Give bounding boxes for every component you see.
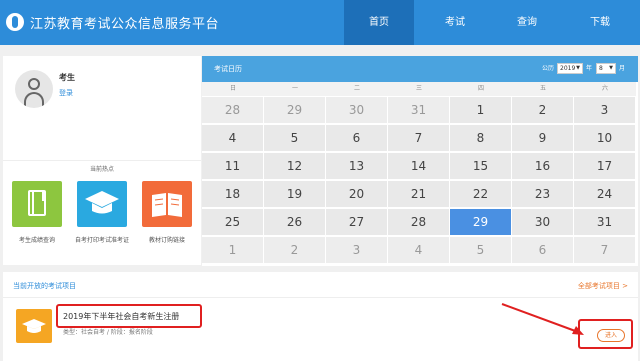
calendar-day[interactable]: 21 — [388, 181, 449, 207]
chevron-down-icon: ▼ — [609, 65, 613, 71]
calendar-day[interactable]: 28 — [388, 209, 449, 235]
calendar-day[interactable]: 15 — [450, 153, 511, 179]
calendar-day[interactable]: 31 — [574, 209, 635, 235]
project-meta: 类型：社会自考 / 阶段：报名阶段 — [63, 329, 153, 336]
month-suffix: 月 — [619, 65, 626, 72]
login-link[interactable]: 登录 — [59, 88, 73, 98]
all-projects-link[interactable]: 全部考试项目 > — [578, 281, 628, 291]
calendar-day[interactable]: 13 — [326, 153, 387, 179]
calendar-day[interactable]: 8 — [450, 125, 511, 151]
calendar-day[interactable]: 5 — [264, 125, 325, 151]
calendar-day[interactable]: 24 — [574, 181, 635, 207]
calendar-day[interactable]: 11 — [202, 153, 263, 179]
calendar-day[interactable]: 28 — [202, 97, 263, 123]
calendar-day[interactable]: 23 — [512, 181, 573, 207]
calendar-day[interactable]: 27 — [326, 209, 387, 235]
textbook-order-label[interactable]: 教材订购链接 — [136, 237, 198, 245]
weekday-label: 四 — [450, 82, 512, 96]
calendar-day[interactable]: 20 — [326, 181, 387, 207]
calendar-day[interactable]: 17 — [574, 153, 635, 179]
calendar-day[interactable]: 2 — [512, 97, 573, 123]
notebook-icon — [28, 190, 46, 216]
weekday-label: 五 — [512, 82, 574, 96]
calendar-day[interactable]: 6 — [512, 237, 573, 263]
open-book-icon — [152, 193, 182, 217]
enter-button[interactable]: 进入 — [597, 329, 625, 342]
graduation-cap-icon — [85, 191, 119, 214]
calendar-day[interactable]: 5 — [450, 237, 511, 263]
month-select[interactable]: 8 ▼ — [596, 63, 616, 74]
top-header: 江苏教育考试公众信息服务平台 首页 考试 查询 下载 — [0, 0, 640, 45]
calendar-day[interactable]: 7 — [574, 237, 635, 263]
graduation-cap-icon — [16, 309, 52, 343]
weekday-label: 二 — [326, 82, 388, 96]
nav-download[interactable]: 下载 — [565, 0, 635, 45]
calendar-day[interactable]: 29 — [450, 209, 511, 235]
score-query-label[interactable]: 考生成绩查询 — [6, 237, 68, 245]
site-logo-icon — [6, 13, 24, 31]
calendar-day[interactable]: 12 — [264, 153, 325, 179]
hot-section: 当前热点 考生成绩查询 自考打印考试准考证 教材订购链接 — [3, 160, 201, 265]
year-prefix: 公历 — [542, 65, 555, 72]
year-select[interactable]: 2019 ▼ — [557, 63, 583, 74]
calendar-day[interactable]: 3 — [326, 237, 387, 263]
calendar-header: 考试日历 公历 2019 ▼ 年 8 ▼ 月 — [202, 56, 638, 82]
score-query-tile[interactable] — [12, 181, 62, 227]
calendar-day[interactable]: 30 — [326, 97, 387, 123]
divider — [3, 297, 638, 298]
admission-ticket-label[interactable]: 自考打印考试准考证 — [71, 237, 133, 245]
calendar-day[interactable]: 4 — [202, 125, 263, 151]
calendar-day[interactable]: 9 — [512, 125, 573, 151]
calendar-day[interactable]: 10 — [574, 125, 635, 151]
avatar-icon — [15, 70, 53, 108]
calendar-day[interactable]: 22 — [450, 181, 511, 207]
weekday-label: 日 — [202, 82, 264, 96]
calendar-day[interactable]: 4 — [388, 237, 449, 263]
weekday-label: 六 — [574, 82, 636, 96]
calendar-day[interactable]: 7 — [388, 125, 449, 151]
exam-calendar: 考试日历 公历 2019 ▼ 年 8 ▼ 月 日一二三四五六 28 29 30 31 1 2 3 4… — [202, 56, 638, 266]
nav-exams[interactable]: 考试 — [420, 0, 490, 45]
calendar-day[interactable]: 1 — [202, 237, 263, 263]
month-value: 8 — [599, 65, 603, 72]
calendar-day[interactable]: 6 — [326, 125, 387, 151]
calendar-day[interactable]: 16 — [512, 153, 573, 179]
user-name: 考生 — [59, 73, 75, 82]
weekday-label: 三 — [388, 82, 450, 96]
calendar-day[interactable]: 2 — [264, 237, 325, 263]
calendar-day[interactable]: 1 — [450, 97, 511, 123]
calendar-day[interactable]: 3 — [574, 97, 635, 123]
profile-card: 考生 登录 — [3, 56, 201, 160]
site-title: 江苏教育考试公众信息服务平台 — [30, 17, 220, 32]
hot-title: 当前热点 — [89, 166, 114, 173]
admission-ticket-tile[interactable] — [77, 181, 127, 227]
weekday-label: 一 — [264, 82, 326, 96]
calendar-day[interactable]: 30 — [512, 209, 573, 235]
calendar-day[interactable]: 25 — [202, 209, 263, 235]
textbook-order-tile[interactable] — [142, 181, 192, 227]
calendar-day[interactable]: 26 — [264, 209, 325, 235]
projects-heading: 当前开放的考试项目 — [13, 282, 76, 290]
calendar-day[interactable]: 18 — [202, 181, 263, 207]
nav-query[interactable]: 查询 — [492, 0, 562, 45]
highlight-box — [56, 304, 202, 328]
nav-home[interactable]: 首页 — [344, 0, 414, 45]
year-suffix: 年 — [586, 65, 593, 72]
calendar-day[interactable]: 14 — [388, 153, 449, 179]
calendar-title: 考试日历 — [214, 65, 242, 73]
calendar-day[interactable]: 29 — [264, 97, 325, 123]
arrow-icon — [501, 303, 584, 335]
chevron-down-icon: ▼ — [576, 65, 580, 71]
year-value: 2019 — [560, 65, 576, 72]
calendar-day[interactable]: 31 — [388, 97, 449, 123]
calendar-day[interactable]: 19 — [264, 181, 325, 207]
